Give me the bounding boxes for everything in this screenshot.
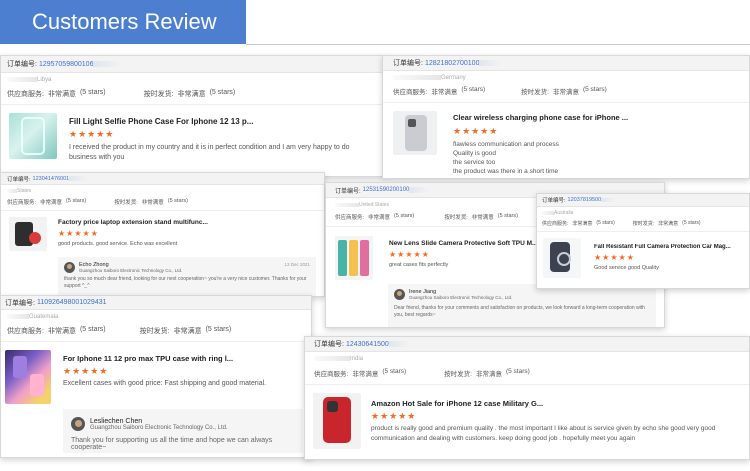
star-rating: ★★★★★: [594, 253, 635, 262]
product-title[interactable]: Fill Light Selfie Phone Case For Iphone …: [69, 117, 373, 126]
buyer-country: States: [1, 185, 324, 194]
order-number[interactable]: 12430641500: [346, 341, 389, 348]
review-text: flawless communication and process Qualit…: [453, 141, 559, 175]
order-number[interactable]: 12821802700100: [425, 60, 480, 67]
reply-header: Echo Zhong Guangzhou Saiboro Electronic …: [64, 262, 310, 273]
product-thumbnail[interactable]: [9, 113, 57, 159]
rating-row: 供应商服务: 非常满意 (5 stars) 按时发货: 非常满意 (5 stars): [1, 320, 311, 342]
order-number[interactable]: 12531590200100: [363, 187, 410, 193]
order-bar: 订单编号: 12957059800106: [1, 56, 383, 73]
seller-avatar: [64, 262, 75, 273]
seller-company: Guangzhou Saiboro Electronic Technology …: [409, 295, 513, 300]
product-title[interactable]: Factory price laptop extension stand mul…: [58, 219, 313, 226]
review-text: Excellent cases with good price: Fast sh…: [63, 380, 267, 387]
seller-reply: Irene Jiang Guangzhou Saiboro Electronic…: [388, 284, 656, 327]
seller-company: Guangzhou Saiboro Electronic Technology …: [79, 268, 183, 273]
star-rating: ★★★★★: [371, 411, 417, 421]
review-card-states: 订单编号: 123041476001 States 供应商服务: 非常满意 (5 st…: [0, 172, 325, 297]
product-thumbnail[interactable]: [393, 111, 437, 155]
product-title[interactable]: Amazon Hot Sale for iPhone 12 case Milit…: [371, 399, 731, 408]
customers-review-banner: Customers Review: [0, 0, 246, 44]
product-block: Clear wireless charging phone case for i…: [383, 103, 749, 176]
rating-row: 供应商服务: 非常满意 (5 stars) 按时发货: 非常满意 (5 stars): [1, 194, 324, 211]
reply-header: Irene Jiang Guangzhou Saiboro Electronic…: [394, 289, 650, 300]
star-rating: ★★★★★: [453, 126, 499, 136]
product-thumbnail[interactable]: [335, 236, 373, 280]
order-number[interactable]: 12037819500: [568, 197, 602, 203]
rating-row: 供应商服务: 非常满意 (5 stars) 按时发货: 非常满意 (5 stars): [537, 216, 749, 232]
product-block: Factory price laptop extension stand mul…: [1, 211, 324, 251]
reply-text: Dear friend, thanks for your comments an…: [394, 305, 645, 318]
review-text: Good service good Quality: [594, 265, 659, 271]
product-thumbnail[interactable]: [5, 350, 51, 404]
buyer-country: Germany: [383, 71, 749, 81]
product-title[interactable]: For Iphone 11 12 pro max TPU case with r…: [63, 354, 301, 363]
order-bar: 订单编号: 12037819500: [537, 194, 749, 207]
order-number[interactable]: 12957059800106: [39, 61, 94, 68]
product-block: Fall Resistant Full Camera Protection Ca…: [537, 232, 749, 278]
review-card-germany: 订单编号: 12821802700100 Germany 供应商服务: 非常满意 (5…: [382, 55, 750, 179]
product-title[interactable]: Clear wireless charging phone case for i…: [453, 113, 737, 122]
review-card-guatemala: 订单编号: 110926498001029431 Guatemala 供应商服务:…: [0, 295, 312, 458]
seller-company: Guangzhou Saiboro Electronic Technology …: [90, 424, 228, 431]
rating-row: 供应商服务: 非常满意 (5 stars) 按时发货: 非常满意 (5 stars): [1, 83, 383, 105]
star-rating: ★★★★★: [69, 129, 115, 139]
review-card-india: 订单编号: 12430641500 India 供应商服务: 非常满意 (5 star…: [304, 336, 750, 460]
reply-header: Lesliechen Chen Guangzhou Saiboro Electr…: [71, 417, 295, 431]
buyer-country: Libya: [1, 73, 383, 83]
seller-avatar: [394, 289, 405, 300]
product-thumbnail[interactable]: [9, 217, 47, 251]
reply-text: Thank you for supporting us all the time…: [71, 437, 273, 451]
review-text: product is really good and premium quali…: [371, 425, 716, 442]
reply-text: thank you so much dear friend, looking f…: [64, 276, 307, 289]
order-number[interactable]: 123041476001: [33, 176, 70, 182]
buyer-country: Australia: [537, 207, 749, 216]
product-thumbnail[interactable]: [313, 393, 361, 449]
rating-row: 供应商服务: 非常满意 (5 stars) 按时发货: 非常满意 (5 stars): [383, 81, 749, 103]
order-bar: 订单编号: 12430641500: [305, 337, 749, 352]
product-block: For Iphone 11 12 pro max TPU case with r…: [1, 342, 311, 404]
review-text: good products. good service. Echo was ex…: [58, 241, 178, 247]
order-bar: 订单编号: 123041476001: [1, 173, 324, 185]
order-number[interactable]: 110926498001029431: [37, 299, 107, 306]
product-thumbnail[interactable]: [543, 238, 581, 278]
product-block: Fill Light Selfie Phone Case For Iphone …: [1, 105, 383, 163]
seller-name: Lesliechen Chen: [90, 417, 143, 425]
star-rating: ★★★★★: [63, 366, 109, 376]
order-bar: 订单编号: 110926498001029431: [1, 296, 311, 310]
banner-title: Customers Review: [32, 9, 217, 34]
rating-row: 供应商服务: 非常满意 (5 stars) 按时发货: 非常满意 (5 stars): [305, 362, 749, 385]
seller-reply: Echo Zhong Guangzhou Saiboro Electronic …: [58, 257, 316, 296]
banner-rule: [246, 44, 750, 45]
buyer-country: India: [305, 352, 749, 362]
review-card-libya: 订单编号: 12957059800106 Libya 供应商服务: 非常满意 (5 …: [0, 55, 384, 177]
order-label: 订单编号:: [7, 61, 37, 68]
star-rating: ★★★★★: [58, 229, 99, 238]
reply-date: 13 Dec 2021: [284, 262, 310, 267]
review-card-australia: 订单编号: 12037819500 Australia 供应商服务: 非常满意 (5 …: [536, 193, 750, 289]
product-title[interactable]: Fall Resistant Full Camera Protection Ca…: [594, 244, 741, 250]
product-block: Amazon Hot Sale for iPhone 12 case Milit…: [305, 385, 749, 449]
seller-avatar: [71, 417, 85, 431]
buyer-country: Guatemala: [1, 310, 311, 320]
order-bar: 订单编号: 12821802700100: [383, 56, 749, 71]
review-text: I received the product in my country and…: [69, 144, 350, 161]
seller-reply: Lesliechen Chen Guangzhou Saiboro Electr…: [63, 409, 303, 453]
